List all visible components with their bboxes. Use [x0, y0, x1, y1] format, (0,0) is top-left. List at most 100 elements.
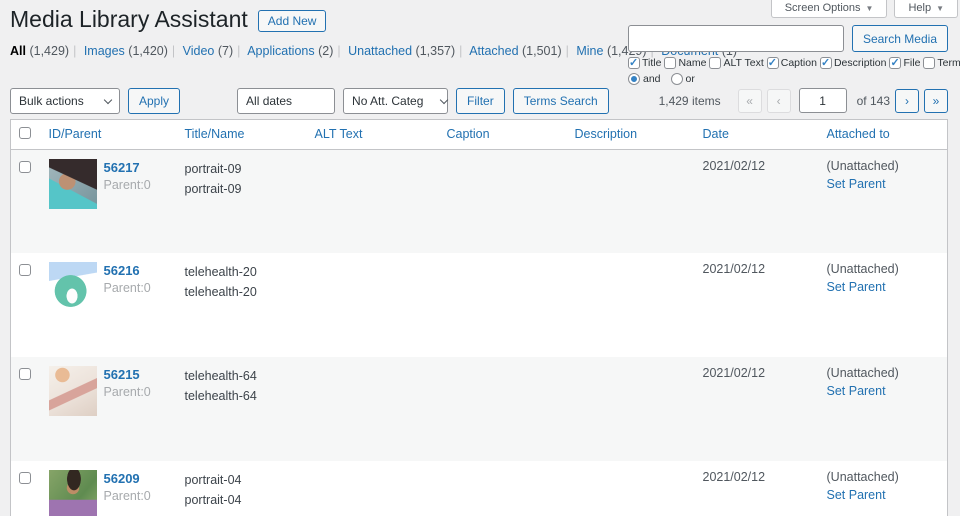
alt-text-cell [305, 461, 437, 516]
row-checkbox[interactable] [19, 264, 31, 277]
dates-filter-select[interactable]: All dates [237, 87, 336, 114]
filter-separator: | [565, 43, 569, 58]
attachment-title: telehealth-64 [184, 369, 257, 384]
description-cell [565, 253, 693, 357]
filter-attached[interactable]: Attached (1,501) [469, 44, 561, 58]
first-page-button: « [737, 88, 762, 113]
row-checkbox[interactable] [19, 368, 31, 381]
filter-separator: | [73, 43, 77, 58]
screen-meta: Screen Options ▼ Help ▼ [770, 0, 958, 18]
search-field-caption[interactable]: Caption [766, 56, 817, 69]
alt-text-cell [305, 149, 437, 253]
filter-all[interactable]: All (1,429) [10, 44, 69, 58]
description-cell [565, 461, 693, 516]
last-page-button[interactable]: » [924, 88, 948, 113]
items-count: 1,429 items [658, 93, 721, 108]
add-new-button[interactable]: Add New [257, 9, 327, 32]
apply-button[interactable]: Apply [128, 87, 181, 114]
table-row: 56216 Parent:0 telehealth-20 telehealth-… [11, 253, 948, 357]
row-checkbox[interactable] [19, 472, 31, 485]
sort-caption[interactable]: Caption [447, 127, 490, 141]
checkbox-checked-icon[interactable] [766, 56, 779, 69]
select-all-checkbox[interactable] [19, 126, 31, 139]
media-list-table: ID/Parent Title/Name ALT Text Caption De… [10, 118, 948, 516]
attachment-thumbnail[interactable] [48, 262, 97, 313]
content-wrap: Media Library Assistant Add New All (1,4… [0, 0, 960, 516]
bulk-actions-select[interactable]: Bulk actions [10, 87, 120, 114]
attachment-thumbnail[interactable] [48, 158, 97, 209]
radio-unselected-icon[interactable] [670, 73, 683, 85]
sort-attached-to[interactable]: Attached to [827, 127, 890, 141]
attachment-title: telehealth-20 [184, 265, 257, 280]
table-row: 56215 Parent:0 telehealth-64 telehealth-… [10, 357, 948, 462]
row-checkbox[interactable] [19, 160, 31, 173]
sort-id-parent[interactable]: ID/Parent [49, 127, 102, 141]
filter-unattached[interactable]: Unattached (1,357) [348, 44, 455, 58]
date-cell: 2021/02/12 [702, 262, 766, 277]
filter-separator: | [171, 43, 176, 58]
attachment-id-link[interactable]: 56209 [104, 471, 151, 486]
pagination: 1,429 items « ‹ of 143 › » [658, 88, 948, 114]
attachment-name: portrait-09 [184, 181, 242, 196]
search-field-alt-text[interactable]: ALT Text [709, 57, 764, 69]
table-toolbar: Bulk actions Apply All dates No Att. Cat… [10, 87, 948, 114]
filter-separator: | [237, 43, 241, 58]
attachment-name: portrait-04 [184, 493, 242, 508]
filter-images[interactable]: Images (1,420) [84, 44, 168, 58]
help-button[interactable]: Help ▼ [894, 0, 958, 18]
set-parent-link[interactable]: Set Parent [827, 488, 938, 502]
attachment-thumbnail[interactable] [48, 366, 97, 417]
parent-label: Parent:0 [103, 385, 151, 400]
current-page-input[interactable] [798, 88, 847, 114]
set-parent-link[interactable]: Set Parent [827, 177, 938, 191]
sort-description[interactable]: Description [575, 127, 638, 141]
chevron-down-icon: ▼ [936, 3, 944, 13]
search-field-file[interactable]: File [889, 56, 920, 69]
attachment-name: telehealth-20 [184, 285, 257, 300]
search-media-button[interactable]: Search Media [851, 25, 948, 52]
operator-or[interactable]: or [670, 73, 695, 85]
page-title: Media Library Assistant [10, 6, 248, 32]
checkbox-unchecked-icon[interactable] [664, 57, 677, 69]
search-field-name[interactable]: Name [664, 57, 706, 69]
description-cell [565, 149, 693, 253]
sort-alt-text[interactable]: ALT Text [315, 127, 363, 141]
search-field-title[interactable]: Title [628, 56, 661, 69]
search-input[interactable] [628, 25, 844, 52]
attachment-id-link[interactable]: 56217 [104, 160, 151, 175]
next-page-button[interactable]: › [895, 88, 919, 113]
attachment-thumbnail[interactable] [48, 470, 97, 516]
set-parent-link[interactable]: Set Parent [827, 384, 938, 398]
checkbox-checked-icon[interactable] [889, 56, 902, 69]
checkbox-unchecked-icon[interactable] [709, 57, 722, 69]
checkbox-unchecked-icon[interactable] [923, 57, 936, 69]
sort-title-name[interactable]: Title/Name [185, 127, 245, 141]
caption-cell [437, 253, 565, 357]
filter-video[interactable]: Video (7) [183, 44, 234, 58]
checkbox-checked-icon[interactable] [628, 56, 640, 69]
search-field-description[interactable]: Description [819, 56, 886, 69]
date-cell: 2021/02/12 [702, 470, 766, 485]
terms-search-button[interactable]: Terms Search [512, 87, 609, 114]
att-categories-select[interactable]: No Att. Categories [343, 87, 449, 114]
radio-selected-icon[interactable] [628, 73, 640, 85]
attachment-id-link[interactable]: 56215 [104, 367, 151, 382]
date-cell: 2021/02/12 [702, 158, 766, 173]
set-parent-link[interactable]: Set Parent [827, 280, 938, 294]
filter-applications[interactable]: Applications (2) [247, 44, 333, 58]
checkbox-checked-icon[interactable] [819, 56, 832, 69]
total-pages-label: of 143 [856, 93, 890, 108]
filter-button[interactable]: Filter [456, 87, 505, 114]
search-operator-options: and or [628, 73, 948, 85]
attachment-title: portrait-09 [184, 161, 242, 176]
caption-cell [437, 357, 565, 461]
attachment-id-link[interactable]: 56216 [104, 263, 151, 278]
date-cell: 2021/02/12 [702, 366, 766, 381]
operator-and[interactable]: and [628, 73, 661, 85]
parent-label: Parent:0 [103, 489, 151, 504]
table-row: 56217 Parent:0 portrait-09 portrait-09 2… [10, 149, 948, 254]
screen-options-button[interactable]: Screen Options ▼ [770, 0, 888, 18]
search-field-terms[interactable]: Terms [923, 57, 960, 69]
alt-text-cell [305, 357, 437, 461]
sort-date[interactable]: Date [703, 127, 729, 141]
